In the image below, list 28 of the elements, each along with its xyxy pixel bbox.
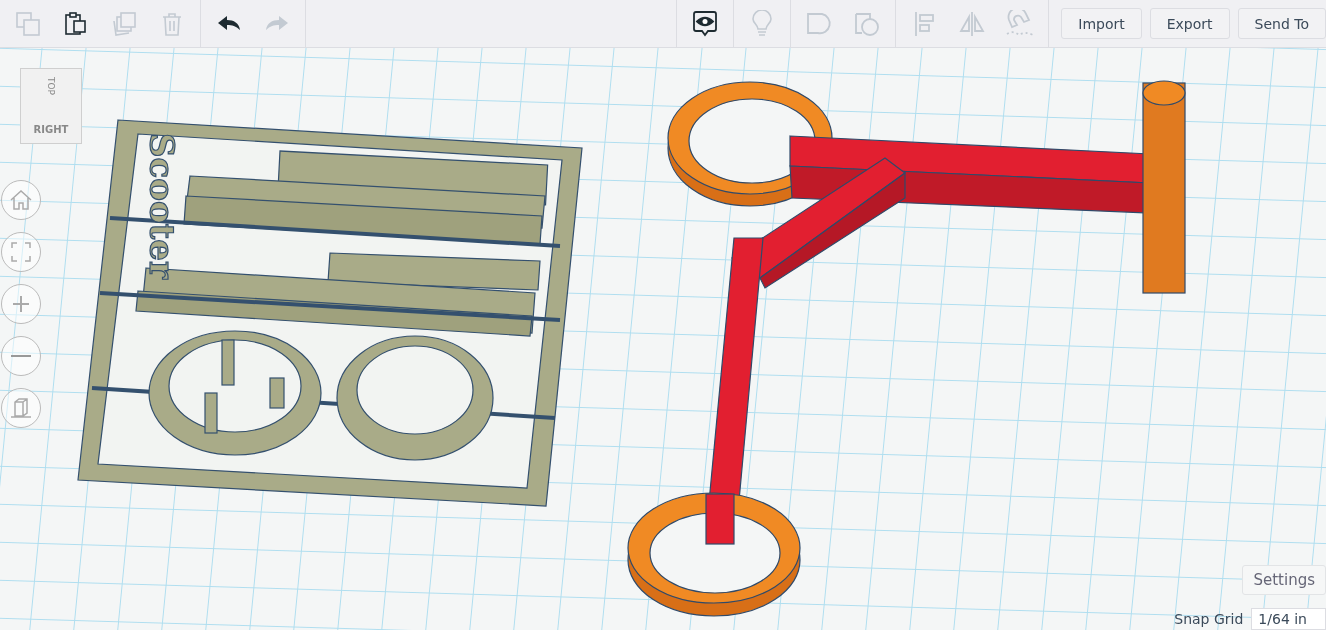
fit-view-button[interactable] — [1, 232, 41, 272]
duplicate-icon — [111, 10, 137, 37]
zoom-in-icon — [12, 295, 30, 313]
toolbar-button[interactable]: Send To — [1237, 8, 1326, 39]
shapes-icon — [806, 10, 833, 37]
fit-view-icon — [11, 242, 31, 262]
copy-icon — [15, 10, 41, 37]
cube-face-label: TOP — [46, 77, 56, 95]
snap-grid-label: Snap Grid — [1174, 611, 1244, 627]
cube-face-label: RIGHT — [33, 124, 69, 135]
home-view-button[interactable] — [1, 180, 41, 220]
align-icon — [913, 10, 936, 37]
home-icon — [10, 190, 32, 210]
settings-button[interactable]: Settings — [1242, 565, 1326, 595]
model-text: Scooter — [142, 133, 182, 279]
undo-icon — [217, 14, 241, 33]
perspective-view-button[interactable] — [1, 388, 41, 428]
shapes-icon — [854, 10, 881, 37]
toolbar-button[interactable]: Export — [1149, 8, 1230, 39]
snap-grid-field[interactable]: 1/64 in — [1251, 608, 1326, 630]
cube-icon — [10, 397, 32, 419]
redo-icon — [265, 14, 289, 33]
eye-icon — [692, 9, 719, 38]
toolbar-button[interactable]: Import — [1061, 8, 1142, 39]
mirror-icon — [958, 10, 987, 37]
lightbulb-icon — [751, 9, 774, 38]
clipboard-icon — [63, 10, 89, 37]
workplane[interactable]: Scooter TOP RIGHT Settings Snap Grid 1/64 in — [0, 48, 1326, 630]
